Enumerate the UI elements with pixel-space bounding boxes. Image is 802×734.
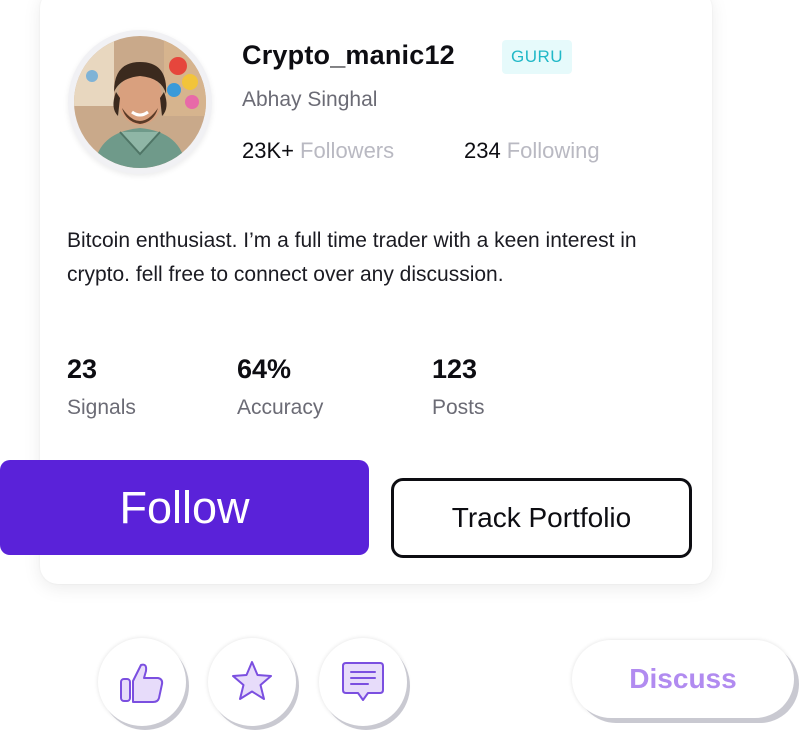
following-stat[interactable]: 234 Following bbox=[464, 138, 600, 164]
username: Crypto_manic12 bbox=[242, 40, 455, 70]
followers-label: Followers bbox=[300, 138, 395, 163]
track-portfolio-button[interactable]: Track Portfolio bbox=[391, 478, 692, 558]
profile-screen: Crypto_manic12 GURU Abhay Singhal 23K+ Fo… bbox=[0, 0, 802, 734]
accuracy-value: 64% bbox=[237, 354, 292, 384]
like-button[interactable] bbox=[98, 638, 186, 726]
star-icon bbox=[232, 661, 272, 700]
following-count: 234 bbox=[464, 138, 501, 163]
guru-badge: GURU bbox=[502, 40, 573, 74]
full-name: Abhay Singhal bbox=[242, 88, 378, 111]
discuss-button[interactable]: Discuss bbox=[572, 640, 794, 718]
favorite-button[interactable] bbox=[208, 638, 296, 726]
follow-button[interactable]: Follow bbox=[0, 460, 369, 555]
signals-value: 23 bbox=[67, 354, 98, 384]
chat-bubble-icon bbox=[342, 662, 384, 701]
posts-label: Posts bbox=[432, 396, 485, 419]
accuracy-label: Accuracy bbox=[237, 396, 324, 419]
signals-label: Signals bbox=[67, 396, 136, 419]
thumbs-up-icon bbox=[120, 663, 164, 703]
avatar-image bbox=[74, 36, 206, 168]
comment-button[interactable] bbox=[319, 638, 407, 726]
avatar[interactable] bbox=[74, 36, 206, 168]
followers-stat[interactable]: 23K+ Followers bbox=[242, 138, 394, 164]
bio-text: Bitcoin enthusiast. I’m a full time trad… bbox=[67, 229, 637, 286]
followers-count: 23K+ bbox=[242, 138, 294, 163]
posts-value: 123 bbox=[432, 354, 478, 384]
following-label: Following bbox=[506, 138, 600, 163]
